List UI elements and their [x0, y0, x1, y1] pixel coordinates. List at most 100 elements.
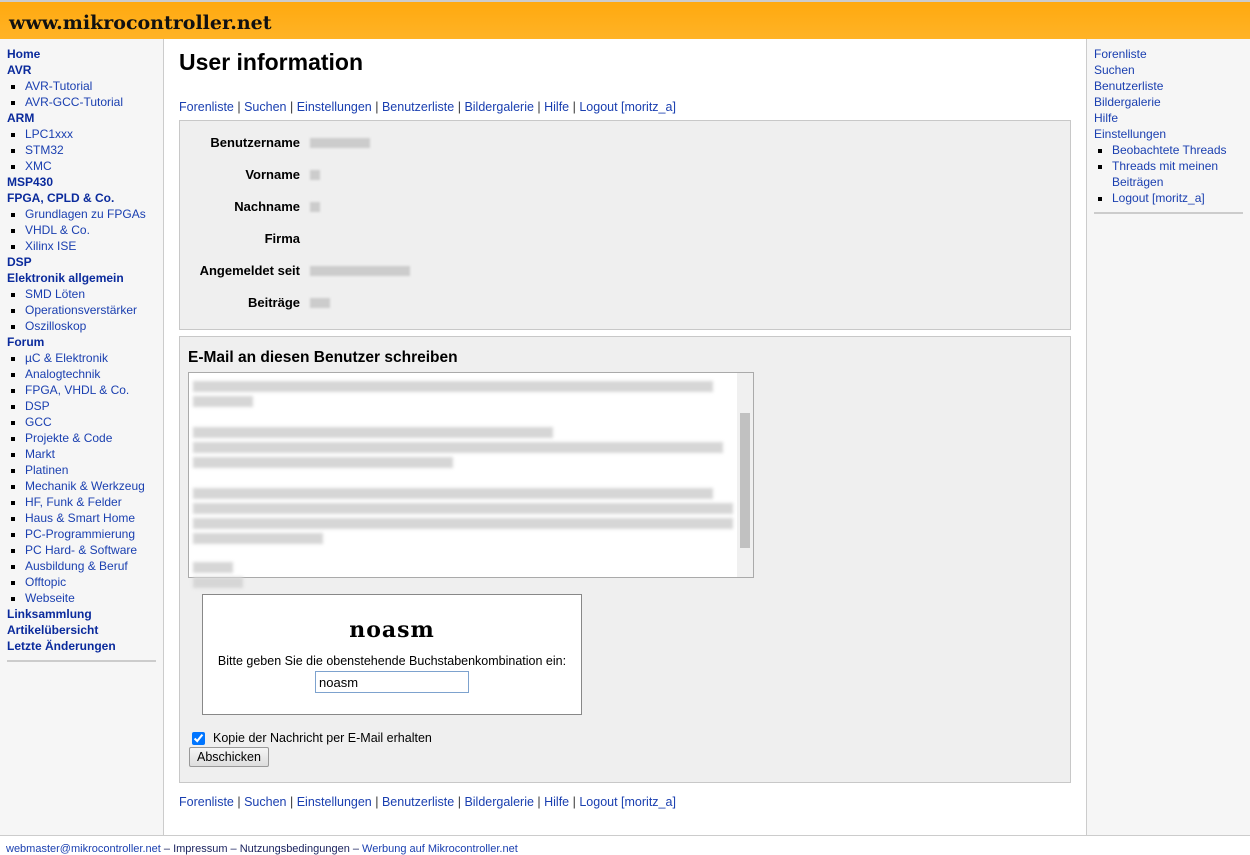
- nav-item: Operationsverstärker: [25, 302, 163, 318]
- right-nav-link[interactable]: Threads mit meinen Beiträgen: [1112, 158, 1250, 190]
- nav-section-link[interactable]: Artikelübersicht: [7, 622, 163, 638]
- top-link[interactable]: Benutzerliste: [382, 100, 454, 114]
- nav-section-link[interactable]: Letzte Änderungen: [7, 638, 163, 654]
- nav-sublist: AVR-TutorialAVR-GCC-Tutorial: [7, 78, 163, 110]
- info-value-redacted: [310, 170, 320, 180]
- nav-item: Logout [moritz_a]: [1112, 190, 1250, 206]
- nav-item: Analogtechnik: [25, 366, 163, 382]
- footer: webmaster@mikrocontroller.net – Impressu…: [0, 835, 1250, 855]
- right-nav-link[interactable]: Logout [moritz_a]: [1112, 190, 1250, 206]
- page-title: User information: [179, 49, 364, 75]
- nav-link[interactable]: Ausbildung & Beruf: [25, 558, 163, 574]
- nav-sublist: µC & ElektronikAnalogtechnikFPGA, VHDL &…: [7, 350, 163, 606]
- nav-link[interactable]: DSP: [25, 398, 163, 414]
- nav-sublist: SMD LötenOperationsverstärkerOszilloskop: [7, 286, 163, 334]
- info-value-redacted: [310, 266, 410, 276]
- nav-link[interactable]: Analogtechnik: [25, 366, 163, 382]
- top-link[interactable]: Hilfe: [544, 100, 569, 114]
- footer-ads-link[interactable]: Werbung auf Mikrocontroller.net: [362, 843, 518, 855]
- nav-section-link[interactable]: MSP430: [7, 174, 163, 190]
- nav-link[interactable]: Oszilloskop: [25, 318, 163, 334]
- nav-link[interactable]: Projekte & Code: [25, 430, 163, 446]
- nav-section-link[interactable]: AVR: [7, 62, 163, 78]
- nav-link[interactable]: VHDL & Co.: [25, 222, 163, 238]
- nav-section-link[interactable]: Forum: [7, 334, 163, 350]
- nav-section-link[interactable]: DSP: [7, 254, 163, 270]
- right-nav-link[interactable]: Bildergalerie: [1094, 94, 1250, 110]
- nav-link[interactable]: Platinen: [25, 462, 163, 478]
- textarea-scrollbar[interactable]: [737, 373, 753, 577]
- nav-item: XMC: [25, 158, 163, 174]
- nav-item: Projekte & Code: [25, 430, 163, 446]
- nav-link[interactable]: AVR-GCC-Tutorial: [25, 94, 163, 110]
- right-nav-sublist: Beobachtete ThreadsThreads mit meinen Be…: [1094, 142, 1250, 206]
- divider: [7, 660, 156, 662]
- separator: |: [454, 795, 465, 809]
- info-row: Nachname: [180, 199, 1070, 231]
- nav-item: STM32: [25, 142, 163, 158]
- right-nav-link[interactable]: Benutzerliste: [1094, 78, 1250, 94]
- right-nav-link[interactable]: Suchen: [1094, 62, 1250, 78]
- top-link[interactable]: Suchen: [244, 795, 286, 809]
- copy-label: Kopie der Nachricht per E-Mail erhalten: [213, 731, 432, 745]
- nav-link[interactable]: FPGA, VHDL & Co.: [25, 382, 163, 398]
- nav-link[interactable]: Grundlagen zu FPGAs: [25, 206, 163, 222]
- nav-link[interactable]: µC & Elektronik: [25, 350, 163, 366]
- nav-link[interactable]: Offtopic: [25, 574, 163, 590]
- right-nav-link[interactable]: Hilfe: [1094, 110, 1250, 126]
- nav-link[interactable]: LPC1xxx: [25, 126, 163, 142]
- top-link[interactable]: Logout [moritz_a]: [579, 795, 676, 809]
- top-link[interactable]: Bildergalerie: [464, 100, 533, 114]
- nav-link[interactable]: STM32: [25, 142, 163, 158]
- captcha-box: noasm Bitte geben Sie die obenstehende B…: [202, 594, 582, 715]
- nav-link[interactable]: Xilinx ISE: [25, 238, 163, 254]
- top-link[interactable]: Benutzerliste: [382, 795, 454, 809]
- divider: [1094, 212, 1243, 214]
- site-logo[interactable]: www.mikrocontroller.net: [9, 12, 272, 34]
- footer-email-link[interactable]: webmaster@mikrocontroller.net: [6, 843, 161, 855]
- site-header: www.mikrocontroller.net: [0, 0, 1250, 39]
- nav-item: DSP: [25, 398, 163, 414]
- right-nav-link[interactable]: Forenliste: [1094, 46, 1250, 62]
- top-link[interactable]: Bildergalerie: [464, 795, 533, 809]
- nav-item: Beobachtete Threads: [1112, 142, 1250, 158]
- nav-link[interactable]: SMD Löten: [25, 286, 163, 302]
- submit-button[interactable]: Abschicken: [189, 747, 269, 767]
- footer-impressum-link[interactable]: Impressum: [173, 843, 227, 855]
- bottom-links: Forenliste | Suchen | Einstellungen | Be…: [179, 795, 1071, 815]
- nav-section-link[interactable]: ARM: [7, 110, 163, 126]
- captcha-input[interactable]: [315, 671, 469, 693]
- footer-terms-link[interactable]: Nutzungsbedingungen: [240, 843, 350, 855]
- nav-link[interactable]: Operationsverstärker: [25, 302, 163, 318]
- nav-link[interactable]: PC Hard- & Software: [25, 542, 163, 558]
- top-link[interactable]: Einstellungen: [297, 795, 372, 809]
- copy-checkbox[interactable]: [192, 731, 205, 745]
- right-nav-link[interactable]: Beobachtete Threads: [1112, 142, 1250, 158]
- nav-section-link[interactable]: Linksammlung: [7, 606, 163, 622]
- top-link[interactable]: Forenliste: [179, 100, 234, 114]
- nav-section-link[interactable]: Home: [7, 46, 163, 62]
- nav-link[interactable]: GCC: [25, 414, 163, 430]
- top-link[interactable]: Einstellungen: [297, 100, 372, 114]
- nav-link[interactable]: AVR-Tutorial: [25, 78, 163, 94]
- info-row: Firma: [180, 231, 1070, 263]
- nav-section-link[interactable]: Elektronik allgemein: [7, 270, 163, 286]
- top-link[interactable]: Logout [moritz_a]: [579, 100, 676, 114]
- message-textarea[interactable]: [188, 372, 754, 588]
- nav-section-link[interactable]: FPGA, CPLD & Co.: [7, 190, 163, 206]
- nav-link[interactable]: Haus & Smart Home: [25, 510, 163, 526]
- top-link[interactable]: Suchen: [244, 100, 286, 114]
- nav-item: HF, Funk & Felder: [25, 494, 163, 510]
- nav-link[interactable]: Webseite: [25, 590, 163, 606]
- right-nav-link[interactable]: Einstellungen: [1094, 126, 1250, 142]
- separator: |: [371, 795, 382, 809]
- captcha-image: noasm: [349, 617, 435, 643]
- nav-link[interactable]: Markt: [25, 446, 163, 462]
- nav-link[interactable]: Mechanik & Werkzeug: [25, 478, 163, 494]
- nav-link[interactable]: XMC: [25, 158, 163, 174]
- nav-link[interactable]: HF, Funk & Felder: [25, 494, 163, 510]
- top-link[interactable]: Forenliste: [179, 795, 234, 809]
- top-link[interactable]: Hilfe: [544, 795, 569, 809]
- nav-link[interactable]: PC-Programmierung: [25, 526, 163, 542]
- nav-item: Mechanik & Werkzeug: [25, 478, 163, 494]
